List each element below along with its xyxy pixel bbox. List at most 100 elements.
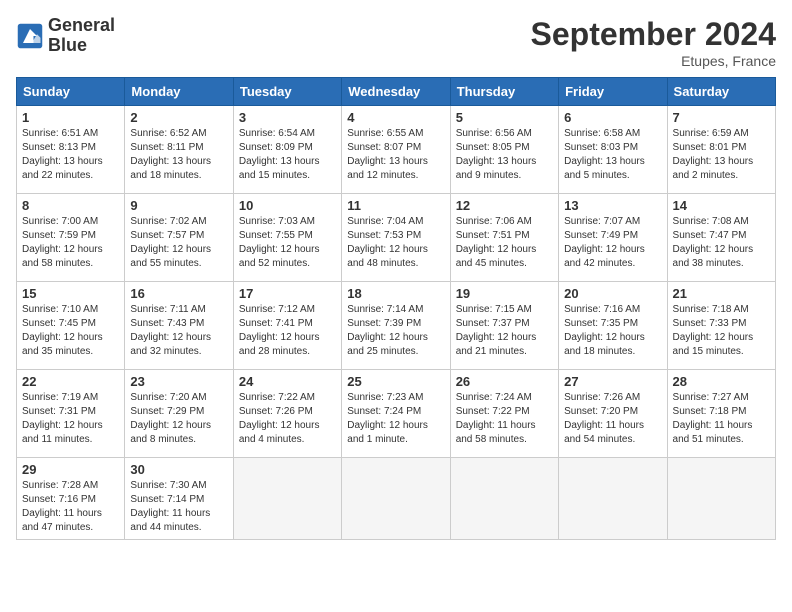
cell-info: Sunrise: 7:28 AM Sunset: 7:16 PM Dayligh… [22,479,119,535]
day-number: 8 [22,198,119,213]
table-row: 22 Sunrise: 7:19 AM Sunset: 7:31 PM Dayli… [17,370,125,458]
day-number: 3 [239,110,336,125]
table-row: 8 Sunrise: 7:00 AM Sunset: 7:59 PM Daylig… [17,194,125,282]
cell-info: Sunrise: 7:14 AM Sunset: 7:39 PM Dayligh… [347,303,444,359]
table-row: 6 Sunrise: 6:58 AM Sunset: 8:03 PM Daylig… [559,106,667,194]
day-number: 19 [456,286,553,301]
calendar-week-row: 29 Sunrise: 7:28 AM Sunset: 7:16 PM Dayli… [17,458,776,540]
day-number: 2 [130,110,227,125]
day-number: 6 [564,110,661,125]
table-row: 25 Sunrise: 7:23 AM Sunset: 7:24 PM Dayli… [342,370,450,458]
cell-info: Sunrise: 6:51 AM Sunset: 8:13 PM Dayligh… [22,127,119,183]
col-wednesday: Wednesday [342,78,450,106]
day-number: 21 [673,286,770,301]
day-number: 4 [347,110,444,125]
table-row: 23Sunrise: 7:20 AM Sunset: 7:29 PM Dayli… [125,370,233,458]
day-number: 28 [673,374,770,389]
cell-info: Sunrise: 7:00 AM Sunset: 7:59 PM Dayligh… [22,215,119,271]
table-row: 29 Sunrise: 7:28 AM Sunset: 7:16 PM Dayli… [17,458,125,540]
cell-info: Sunrise: 7:10 AM Sunset: 7:45 PM Dayligh… [22,303,119,359]
table-row: 9 Sunrise: 7:02 AM Sunset: 7:57 PM Daylig… [125,194,233,282]
day-number: 26 [456,374,553,389]
cell-info: Sunrise: 7:06 AM Sunset: 7:51 PM Dayligh… [456,215,553,271]
table-row: 4 Sunrise: 6:55 AM Sunset: 8:07 PM Daylig… [342,106,450,194]
cell-info: Sunrise: 7:12 AM Sunset: 7:41 PM Dayligh… [239,303,336,359]
table-row [342,458,450,540]
table-row: 2Sunrise: 6:52 AM Sunset: 8:11 PM Daylig… [125,106,233,194]
cell-info: Sunrise: 7:22 AM Sunset: 7:26 PM Dayligh… [239,391,336,447]
title-area: September 2024 Etupes, France [531,16,776,69]
location: Etupes, France [531,53,776,69]
calendar-week-row: 15 Sunrise: 7:10 AM Sunset: 7:45 PM Dayli… [17,282,776,370]
cell-info: Sunrise: 7:30 AM Sunset: 7:14 PM Dayligh… [130,479,227,535]
cell-info: Sunrise: 7:04 AM Sunset: 7:53 PM Dayligh… [347,215,444,271]
cell-info: Sunrise: 7:07 AM Sunset: 7:49 PM Dayligh… [564,215,661,271]
table-row: 19Sunrise: 7:15 AM Sunset: 7:37 PM Dayli… [450,282,558,370]
table-row [559,458,667,540]
table-row: 5 Sunrise: 6:56 AM Sunset: 8:05 PM Daylig… [450,106,558,194]
day-number: 11 [347,198,444,213]
cell-info: Sunrise: 6:56 AM Sunset: 8:05 PM Dayligh… [456,127,553,183]
cell-info: Sunrise: 7:02 AM Sunset: 7:57 PM Dayligh… [130,215,227,271]
table-row: 20Sunrise: 7:16 AM Sunset: 7:35 PM Dayli… [559,282,667,370]
day-number: 25 [347,374,444,389]
day-number: 23 [130,374,227,389]
day-number: 17 [239,286,336,301]
table-row: 12 Sunrise: 7:06 AM Sunset: 7:51 PM Dayli… [450,194,558,282]
table-row: 15 Sunrise: 7:10 AM Sunset: 7:45 PM Dayli… [17,282,125,370]
table-row: 11 Sunrise: 7:04 AM Sunset: 7:53 PM Dayli… [342,194,450,282]
table-row: 24 Sunrise: 7:22 AM Sunset: 7:26 PM Dayli… [233,370,341,458]
day-number: 22 [22,374,119,389]
table-row [667,458,775,540]
day-number: 15 [22,286,119,301]
table-row: 10 Sunrise: 7:03 AM Sunset: 7:55 PM Dayli… [233,194,341,282]
table-row: 21 Sunrise: 7:18 AM Sunset: 7:33 PM Dayli… [667,282,775,370]
day-number: 24 [239,374,336,389]
calendar-week-row: 1 Sunrise: 6:51 AM Sunset: 8:13 PM Daylig… [17,106,776,194]
cell-info: Sunrise: 7:26 AM Sunset: 7:20 PM Dayligh… [564,391,661,447]
table-row: 26 Sunrise: 7:24 AM Sunset: 7:22 PM Dayli… [450,370,558,458]
table-row: 30Sunrise: 7:30 AM Sunset: 7:14 PM Dayli… [125,458,233,540]
day-number: 13 [564,198,661,213]
logo: General Blue [16,16,115,56]
table-row [233,458,341,540]
day-number: 20 [564,286,661,301]
col-friday: Friday [559,78,667,106]
table-row: 28 Sunrise: 7:27 AM Sunset: 7:18 PM Dayli… [667,370,775,458]
calendar-week-row: 8 Sunrise: 7:00 AM Sunset: 7:59 PM Daylig… [17,194,776,282]
day-number: 7 [673,110,770,125]
cell-info: Sunrise: 6:54 AM Sunset: 8:09 PM Dayligh… [239,127,336,183]
day-number: 29 [22,462,119,477]
cell-info: Sunrise: 7:27 AM Sunset: 7:18 PM Dayligh… [673,391,770,447]
day-number: 27 [564,374,661,389]
table-row [450,458,558,540]
day-number: 16 [130,286,227,301]
table-row: 16Sunrise: 7:11 AM Sunset: 7:43 PM Dayli… [125,282,233,370]
page-header: General Blue September 2024 Etupes, Fran… [16,16,776,69]
cell-info: Sunrise: 7:19 AM Sunset: 7:31 PM Dayligh… [22,391,119,447]
col-saturday: Saturday [667,78,775,106]
day-number: 10 [239,198,336,213]
cell-info: Sunrise: 7:18 AM Sunset: 7:33 PM Dayligh… [673,303,770,359]
cell-info: Sunrise: 7:23 AM Sunset: 7:24 PM Dayligh… [347,391,444,447]
calendar-week-row: 22 Sunrise: 7:19 AM Sunset: 7:31 PM Dayli… [17,370,776,458]
day-number: 1 [22,110,119,125]
day-number: 5 [456,110,553,125]
logo-icon [16,22,44,50]
logo-text: General Blue [48,16,115,56]
cell-info: Sunrise: 6:55 AM Sunset: 8:07 PM Dayligh… [347,127,444,183]
table-row: 17 Sunrise: 7:12 AM Sunset: 7:41 PM Dayli… [233,282,341,370]
table-row: 27 Sunrise: 7:26 AM Sunset: 7:20 PM Dayli… [559,370,667,458]
month-title: September 2024 [531,16,776,53]
col-thursday: Thursday [450,78,558,106]
header-row: Sunday Monday Tuesday Wednesday Thursday… [17,78,776,106]
day-number: 12 [456,198,553,213]
cell-info: Sunrise: 7:03 AM Sunset: 7:55 PM Dayligh… [239,215,336,271]
col-tuesday: Tuesday [233,78,341,106]
cell-info: Sunrise: 6:59 AM Sunset: 8:01 PM Dayligh… [673,127,770,183]
cell-info: Sunrise: 7:24 AM Sunset: 7:22 PM Dayligh… [456,391,553,447]
cell-info: Sunrise: 6:58 AM Sunset: 8:03 PM Dayligh… [564,127,661,183]
cell-info: Sunrise: 7:08 AM Sunset: 7:47 PM Dayligh… [673,215,770,271]
table-row: 18Sunrise: 7:14 AM Sunset: 7:39 PM Dayli… [342,282,450,370]
day-number: 9 [130,198,227,213]
